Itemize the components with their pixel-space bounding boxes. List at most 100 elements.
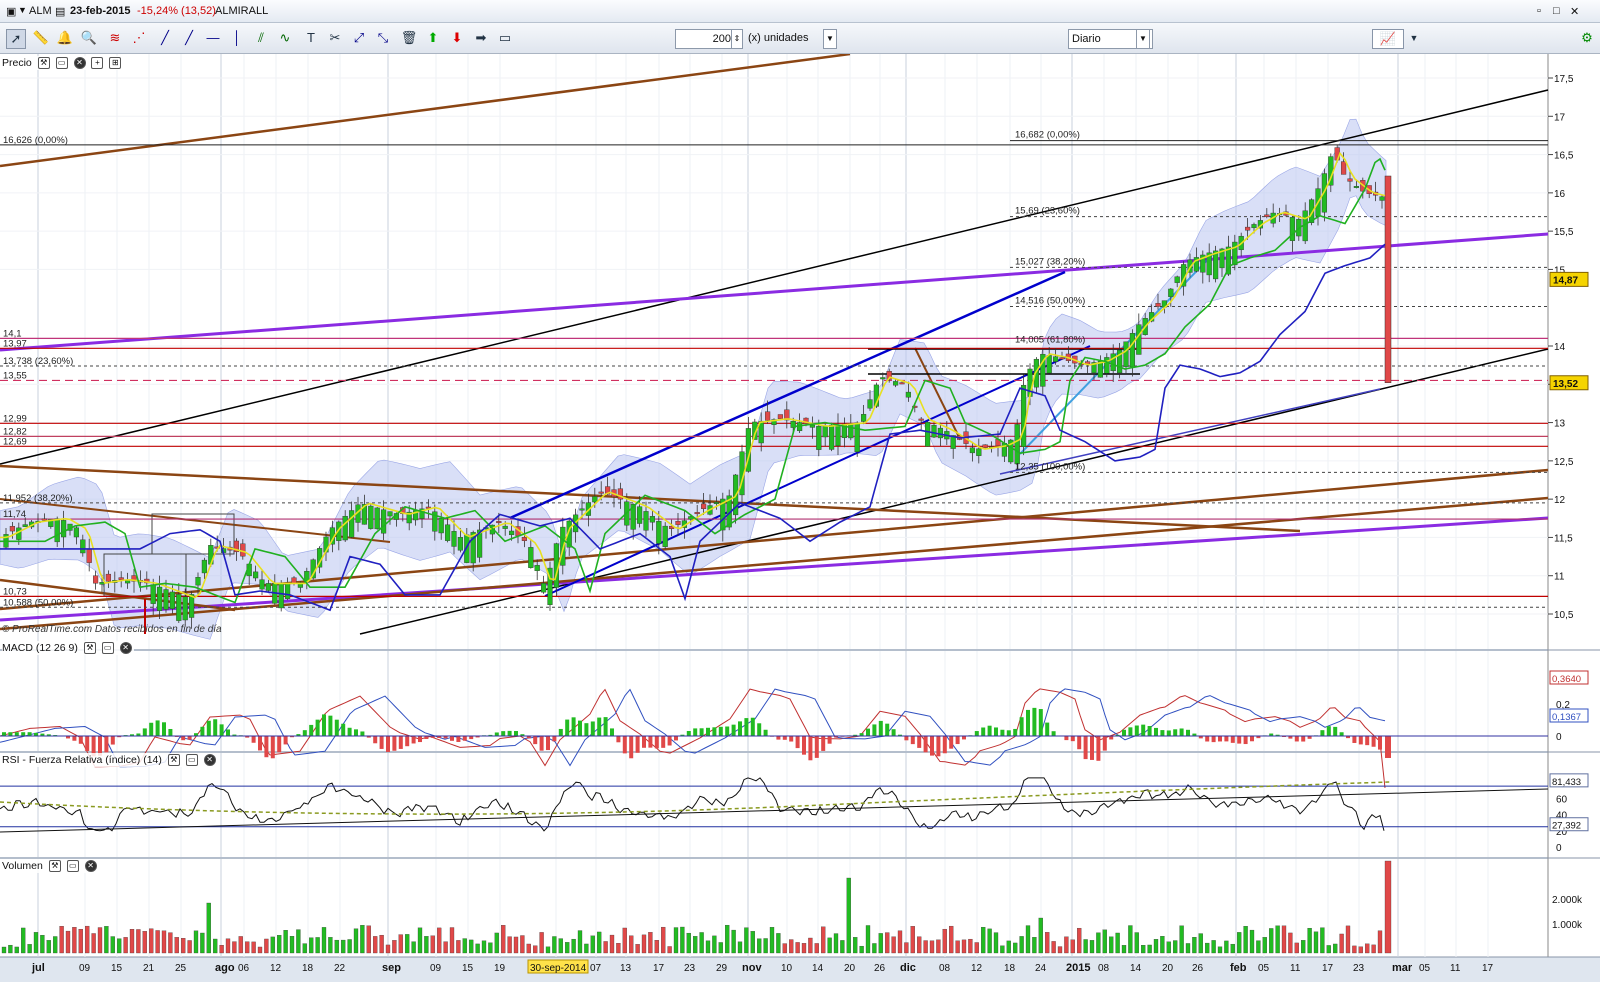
macd-histogram-bar <box>571 717 576 737</box>
wrench-icon[interactable]: ⚒ <box>37 57 50 70</box>
volume-bar <box>341 939 346 954</box>
settings-icon[interactable]: ⚙ <box>1578 29 1596 47</box>
candle <box>457 537 464 551</box>
candle <box>592 496 598 503</box>
ray-tool-icon[interactable]: ╱ <box>180 29 198 47</box>
candle <box>188 594 195 618</box>
volume-bar <box>673 927 679 954</box>
channel-icon[interactable]: ⫽ <box>252 29 270 47</box>
pointer-icon[interactable]: ➚ <box>6 29 26 49</box>
close-panel-icon[interactable]: ✕ <box>119 642 132 655</box>
units-dropdown-icon[interactable]: ▼ <box>823 29 837 49</box>
volume-bar <box>1294 942 1299 954</box>
level-label: 11,952 (38,20%) <box>3 493 73 504</box>
macd-histogram-bar <box>226 729 230 737</box>
volume-bar <box>942 928 947 954</box>
chart-type-icon[interactable]: 📈 <box>1372 29 1404 49</box>
fan-icon[interactable]: ⋰ <box>130 29 148 47</box>
arrow-right-icon[interactable]: ➡ <box>472 29 490 47</box>
toolbar: ➚ 📏 🔔 🔍 ≋ ⋰ ╱ ╱ — │ ⫽ ∿ T ✂ ⤢ ⤡ 🗑 ⬆ ⬇ ➡ … <box>0 23 1600 54</box>
macd-histogram-bar <box>725 726 730 737</box>
alarm-icon[interactable]: 🔔 <box>56 29 74 47</box>
window-icon[interactable]: ▭ <box>66 860 79 873</box>
plus-icon[interactable]: + <box>91 57 104 70</box>
text-icon[interactable]: T <box>302 29 320 47</box>
parallel-icon[interactable]: ⤢ <box>350 29 368 47</box>
rsi-panel-title: RSI - Fuerza Relativa (índice) (14) <box>2 754 162 766</box>
tools-icon[interactable]: ✂ <box>326 29 344 47</box>
wrench-icon[interactable]: ⚒ <box>83 642 96 655</box>
candle <box>291 577 297 584</box>
rectangle-icon[interactable]: ▭ <box>496 29 514 47</box>
window-icon[interactable]: ▭ <box>185 754 198 767</box>
volume-bar <box>693 936 698 954</box>
current-price-tag: 13,52 <box>1553 379 1578 390</box>
price-chart-svg[interactable]: 0,200,36400,1367 80604020081,43327,392 2… <box>0 52 1600 979</box>
macd-histogram-bar <box>1147 726 1152 737</box>
macd-histogram-bar <box>597 717 602 737</box>
volume-bar <box>142 931 147 954</box>
volume-bar <box>705 940 711 954</box>
vertical-line-icon[interactable]: │ <box>228 29 246 47</box>
close-panel-icon[interactable]: ✕ <box>84 860 97 873</box>
candle <box>1379 196 1385 201</box>
candle <box>259 579 265 590</box>
chart-area: 0,200,36400,1367 80604020081,43327,392 2… <box>0 52 1600 979</box>
volume-bar <box>1377 930 1383 954</box>
volume-bar <box>513 936 519 954</box>
symbol-label[interactable]: ALM <box>29 5 52 17</box>
fib-label: 15,69 (23,60%) <box>1015 206 1080 217</box>
period-dropdown-icon[interactable]: ▼ <box>1136 29 1150 49</box>
horizontal-line-icon[interactable]: — <box>204 29 222 47</box>
zoom-icon[interactable]: 🔍 <box>80 29 98 47</box>
wave-icon[interactable]: ∿ <box>276 29 294 47</box>
macd-histogram-bar <box>162 722 166 737</box>
volume-bar <box>961 939 967 954</box>
volume-panel-label: Volumen ⚒ ▭ ✕ <box>2 859 99 873</box>
close-panel-icon[interactable]: ✕ <box>203 754 216 767</box>
volume-bar <box>78 928 83 954</box>
candle <box>368 505 374 529</box>
last-close-tag: 14,87 <box>1553 275 1578 286</box>
x-axis-label: 18 <box>302 963 314 974</box>
bars-count-input[interactable]: 200 <box>675 29 735 49</box>
volume-bar <box>865 925 871 954</box>
volume-bar <box>1160 936 1165 954</box>
volume-bar <box>1134 932 1139 954</box>
trend-icon[interactable]: ⤡ <box>374 29 392 47</box>
macd-histogram-bar <box>1326 726 1331 737</box>
fibonacci-icon[interactable]: ≋ <box>106 29 124 47</box>
restore-icon[interactable]: ▫ <box>1537 5 1541 17</box>
chart-type-dropdown-icon[interactable]: ▼ <box>1405 29 1423 47</box>
maximize-icon[interactable]: □ <box>1553 5 1560 17</box>
volume-bar <box>1147 944 1152 954</box>
volume-bar <box>520 935 525 954</box>
close-icon[interactable]: ✕ <box>1570 5 1579 18</box>
arrow-down-icon[interactable]: ⬇ <box>448 29 466 47</box>
line-tool-icon[interactable]: ╱ <box>156 29 174 47</box>
macd-histogram-bar <box>872 724 877 737</box>
chevron-down-icon[interactable]: ▼ <box>18 5 27 15</box>
expand-icon[interactable]: ⊞ <box>109 57 122 70</box>
macd-histogram-bar <box>994 727 998 737</box>
macd-histogram-bar <box>757 723 762 737</box>
macd-histogram-bar <box>802 736 806 755</box>
trash-icon[interactable]: 🗑 <box>400 29 418 47</box>
volume-bar <box>168 932 173 954</box>
macd-histogram-bar <box>149 722 154 737</box>
window-icon[interactable]: ▭ <box>55 57 68 70</box>
macd-histogram-bar <box>270 736 275 759</box>
wrench-icon[interactable]: ⚒ <box>48 860 61 873</box>
close-panel-icon[interactable]: ✕ <box>73 57 86 70</box>
macd-histogram-bar <box>1026 709 1030 737</box>
volume-bar <box>1281 925 1287 954</box>
volume-bar <box>1307 927 1312 954</box>
volume-bar <box>110 936 115 954</box>
ruler-icon[interactable]: 📏 <box>32 29 50 47</box>
arrow-up-icon[interactable]: ⬆ <box>424 29 442 47</box>
window-icon[interactable]: ▭ <box>101 642 114 655</box>
stepper-icon[interactable]: ⇕ <box>731 29 743 49</box>
wrench-icon[interactable]: ⚒ <box>167 754 180 767</box>
macd-histogram-bar <box>648 736 653 748</box>
volume-bar <box>488 942 493 954</box>
